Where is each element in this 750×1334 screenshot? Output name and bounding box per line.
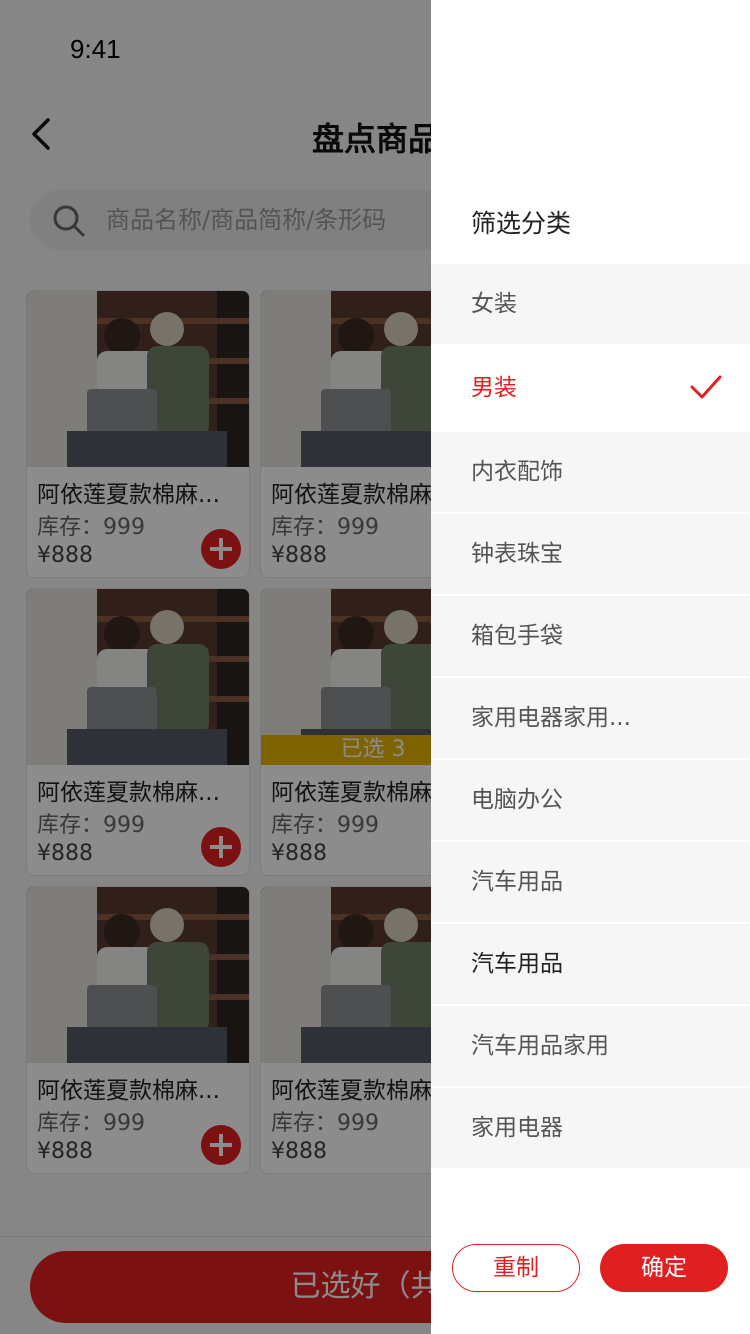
category-label: 男装 <box>471 375 517 401</box>
category-item-men[interactable]: 男装 <box>431 346 750 430</box>
category-item-appliances-home[interactable]: 家用电器家用... <box>431 678 750 758</box>
category-label: 钟表珠宝 <box>471 541 563 567</box>
category-label: 女装 <box>471 291 517 317</box>
category-label: 汽车用品家用 <box>471 1033 609 1059</box>
category-label: 汽车用品 <box>471 951 563 977</box>
category-item-auto-2[interactable]: 汽车用品 <box>431 924 750 1004</box>
category-item-auto[interactable]: 汽车用品 <box>431 842 750 922</box>
category-item-appliances[interactable]: 家用电器 <box>431 1088 750 1168</box>
category-label: 内衣配饰 <box>471 459 563 485</box>
category-list: 女装 男装 内衣配饰 钟表珠宝 箱包手袋 家用电器家用... 电脑办公 汽车用品… <box>431 264 750 1170</box>
filter-drawer: 筛选分类 女装 男装 内衣配饰 钟表珠宝 箱包手袋 家用电器家用... 电脑办公… <box>431 0 750 1334</box>
category-item-women[interactable]: 女装 <box>431 264 750 344</box>
category-label: 箱包手袋 <box>471 623 563 649</box>
category-item-underwear[interactable]: 内衣配饰 <box>431 432 750 512</box>
category-item-bags[interactable]: 箱包手袋 <box>431 596 750 676</box>
category-item-auto-home[interactable]: 汽车用品家用 <box>431 1006 750 1086</box>
category-label: 电脑办公 <box>471 787 563 813</box>
confirm-button[interactable]: 确定 <box>600 1244 728 1292</box>
category-label: 家用电器家用... <box>471 705 631 731</box>
reset-button[interactable]: 重制 <box>452 1244 580 1292</box>
category-item-jewelry[interactable]: 钟表珠宝 <box>431 514 750 594</box>
category-label: 汽车用品 <box>471 869 563 895</box>
check-icon <box>690 375 722 399</box>
filter-title: 筛选分类 <box>471 209 572 238</box>
category-item-computers[interactable]: 电脑办公 <box>431 760 750 840</box>
category-label: 家用电器 <box>471 1115 563 1141</box>
